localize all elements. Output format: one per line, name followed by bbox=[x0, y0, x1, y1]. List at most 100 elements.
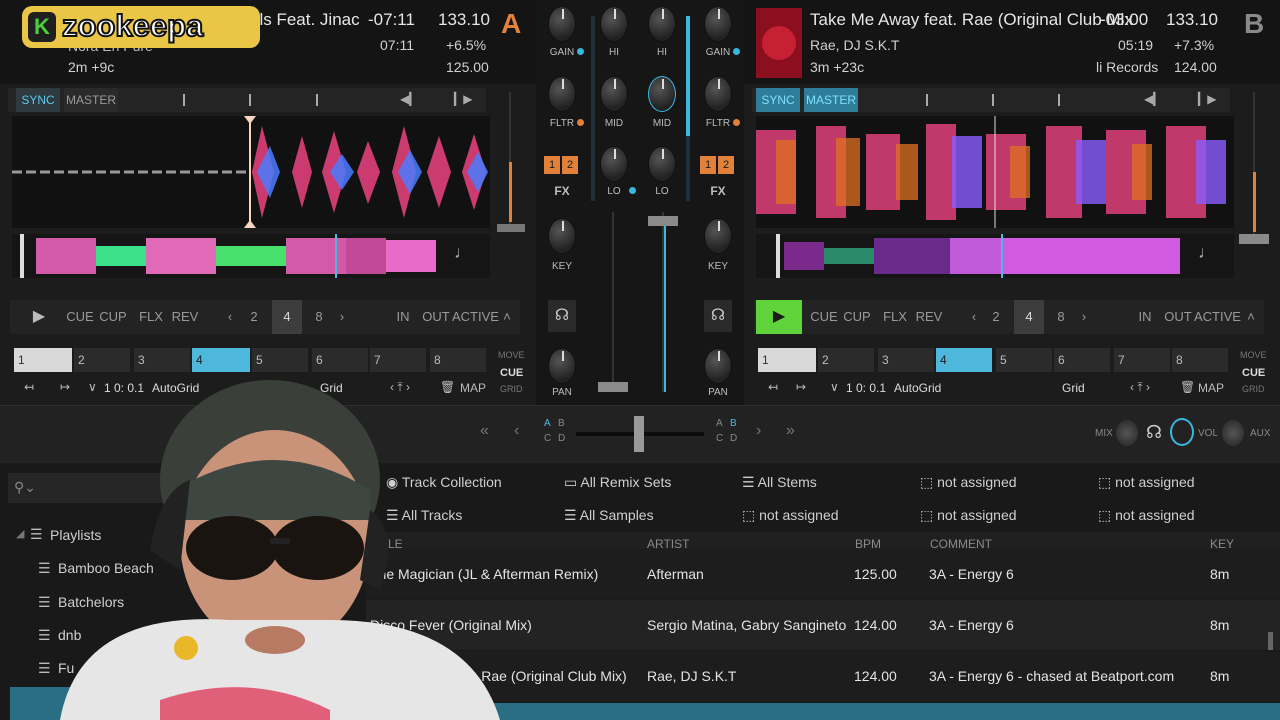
tree-item-batchelors[interactable]: Batchelors bbox=[58, 594, 124, 610]
deck-a-loop-4[interactable]: 4 bbox=[272, 300, 302, 334]
xfader-assign-b-left[interactable]: B bbox=[558, 418, 565, 429]
filter-knob-a[interactable] bbox=[548, 76, 576, 112]
lo-eq-knob-b[interactable] bbox=[648, 146, 676, 182]
deck-b-loop-4[interactable]: 4 bbox=[1014, 300, 1044, 334]
deck-b-hotcue-6[interactable]: 6 bbox=[1054, 348, 1110, 372]
favorite-slot-8[interactable]: ⬚ not assigned bbox=[742, 503, 839, 527]
xfader-assign-a-right[interactable]: A bbox=[716, 418, 723, 429]
deck-a-sync-button[interactable]: SYNC bbox=[16, 88, 60, 112]
deck-b-waveform[interactable] bbox=[756, 116, 1234, 228]
crossfader-handle[interactable] bbox=[634, 416, 644, 452]
deck-a-hotcue-3[interactable]: 3 bbox=[134, 348, 190, 372]
deck-b-grid-label[interactable]: Grid bbox=[1062, 381, 1085, 395]
key-knob-b[interactable] bbox=[704, 218, 732, 254]
deck-a-note-icon[interactable]: ♩ bbox=[454, 242, 472, 263]
deck-b-delete-icon[interactable]: 🗑 bbox=[1180, 380, 1195, 394]
deck-b-loop-8[interactable]: 8 bbox=[1048, 300, 1074, 334]
filter-knob-b[interactable] bbox=[704, 76, 732, 112]
pan-knob-b[interactable] bbox=[704, 348, 732, 384]
deck-a-cup-button[interactable]: CUP bbox=[98, 300, 128, 334]
deck-b-out-button[interactable]: OUT bbox=[1164, 300, 1192, 334]
deck-a-master-button[interactable]: MASTER bbox=[64, 88, 118, 112]
deck-a-grid-dropdown-icon[interactable]: ∨ bbox=[88, 380, 97, 394]
deck-b-cue-button[interactable]: CUE bbox=[810, 300, 838, 334]
deck-a-grid-label[interactable]: Grid bbox=[320, 381, 343, 395]
deck-b-grid-right-icon[interactable]: ↦ bbox=[796, 380, 806, 394]
deck-b-loop-next-icon[interactable]: › bbox=[1078, 300, 1090, 334]
tree-playlists[interactable]: Playlists bbox=[50, 527, 101, 543]
deck-b-play-button[interactable]: ▶ bbox=[756, 300, 802, 334]
deck-a-map-button[interactable]: MAP bbox=[460, 381, 486, 395]
deck-a-cue-mode[interactable]: CUE bbox=[500, 367, 523, 379]
tree-item-fu[interactable]: Fu bbox=[58, 660, 74, 676]
favorite-all-samples[interactable]: ☰ All Samples bbox=[564, 503, 654, 527]
fx-unit-1-b[interactable]: 1 bbox=[700, 156, 716, 174]
deck-a-loop-prev-icon[interactable]: ‹ bbox=[224, 300, 236, 334]
crossfader-right-icon[interactable]: › bbox=[756, 422, 761, 440]
deck-a-hotcue-2[interactable]: 2 bbox=[74, 348, 130, 372]
deck-b-tempo-fader[interactable] bbox=[1239, 92, 1269, 252]
deck-b-hotcue-4[interactable]: 4 bbox=[936, 348, 992, 372]
deck-a-hotcue-6[interactable]: 6 bbox=[312, 348, 368, 372]
deck-a-grid-mode[interactable]: GRID bbox=[500, 384, 523, 394]
favorite-slot-4[interactable]: ⬚ not assigned bbox=[920, 470, 1017, 494]
deck-b-loop-2[interactable]: 2 bbox=[982, 300, 1010, 334]
deck-a-grid-nav-icon[interactable]: ‹ ⤒ › bbox=[390, 380, 410, 395]
deck-b-track-overview[interactable] bbox=[756, 234, 1234, 278]
deck-a-collapse-icon[interactable]: ˄ bbox=[500, 300, 514, 334]
crossfader-right-fast-icon[interactable]: » bbox=[786, 422, 795, 440]
deck-a-beatjump-forward-icon[interactable]: ▎▶ bbox=[454, 92, 472, 106]
deck-b-hotcue-5[interactable]: 5 bbox=[996, 348, 1052, 372]
table-row[interactable]: The Magician (JL & Afterman Remix) After… bbox=[366, 549, 1280, 599]
deck-b-cup-button[interactable]: CUP bbox=[842, 300, 872, 334]
deck-a-hotcue-1[interactable]: 1 bbox=[14, 348, 72, 372]
filter-indicator-b[interactable] bbox=[733, 119, 740, 126]
deck-b-grid-nav-icon[interactable]: ‹ ⤒ › bbox=[1130, 380, 1150, 395]
deck-a-cue-button[interactable]: CUE bbox=[66, 300, 94, 334]
deck-b-in-button[interactable]: IN bbox=[1134, 300, 1156, 334]
xfader-assign-c-right[interactable]: C bbox=[716, 433, 723, 444]
deck-a-in-button[interactable]: IN bbox=[392, 300, 414, 334]
channel-fader-a[interactable] bbox=[598, 212, 628, 398]
favorite-slot-9[interactable]: ⬚ not assigned bbox=[920, 503, 1017, 527]
deck-a-tempo-fader[interactable] bbox=[495, 92, 525, 242]
deck-a-out-button[interactable]: OUT bbox=[422, 300, 450, 334]
crossfader-left-fast-icon[interactable]: « bbox=[480, 422, 489, 440]
deck-a-autogrid[interactable]: AutoGrid bbox=[152, 381, 199, 395]
deck-b-active-button[interactable]: ACTIVE bbox=[1194, 300, 1241, 334]
deck-a-rev-button[interactable]: REV bbox=[170, 300, 200, 334]
deck-b-rev-button[interactable]: REV bbox=[914, 300, 944, 334]
crossfader-left-icon[interactable]: ‹ bbox=[514, 422, 519, 440]
deck-b-beatjump-back-icon[interactable]: ◀▎ bbox=[1144, 92, 1162, 106]
xfader-assign-c-left[interactable]: C bbox=[544, 433, 551, 444]
deck-a-hotcue-8[interactable]: 8 bbox=[430, 348, 486, 372]
deck-a-beatjump-back-icon[interactable]: ◀▎ bbox=[400, 92, 418, 106]
fx-unit-2-a[interactable]: 2 bbox=[562, 156, 578, 174]
xfader-assign-a-left[interactable]: A bbox=[544, 418, 551, 429]
headphone-cue-b-icon[interactable]: ☊ bbox=[704, 300, 732, 332]
aux-knob[interactable] bbox=[1222, 420, 1244, 446]
lo-eq-knob-a[interactable] bbox=[600, 146, 628, 182]
xfader-assign-d-left[interactable]: D bbox=[558, 433, 565, 444]
deck-b-hotcue-8[interactable]: 8 bbox=[1172, 348, 1228, 372]
deck-a-delete-icon[interactable]: 🗑 bbox=[440, 380, 455, 394]
tree-item-dnb[interactable]: dnb bbox=[58, 627, 81, 643]
gain-knob-a[interactable] bbox=[548, 6, 576, 42]
deck-b-hotcue-3[interactable]: 3 bbox=[878, 348, 934, 372]
favorite-slot-5[interactable]: ⬚ not assigned bbox=[1098, 470, 1195, 494]
headphone-cue-a-icon[interactable]: ☊ bbox=[548, 300, 576, 332]
track-list-scrollbar[interactable] bbox=[1268, 632, 1273, 650]
deck-b-loop-prev-icon[interactable]: ‹ bbox=[968, 300, 980, 334]
xfader-assign-b-right[interactable]: B bbox=[730, 418, 737, 429]
deck-a-loop-8[interactable]: 8 bbox=[306, 300, 332, 334]
favorite-all-tracks[interactable]: ☰ All Tracks bbox=[386, 503, 462, 527]
selected-table-row[interactable] bbox=[366, 703, 1280, 720]
favorite-slot-10[interactable]: ⬚ not assigned bbox=[1098, 503, 1195, 527]
cue-volume-knob[interactable] bbox=[1170, 418, 1194, 446]
xfader-assign-d-right[interactable]: D bbox=[730, 433, 737, 444]
mid-eq-knob-a[interactable] bbox=[600, 76, 628, 112]
gain-knob-b[interactable] bbox=[704, 6, 732, 42]
deck-b-hotcue-7[interactable]: 7 bbox=[1114, 348, 1170, 372]
key-knob-a[interactable] bbox=[548, 218, 576, 254]
deck-b-grid-dropdown-icon[interactable]: ∨ bbox=[830, 380, 839, 394]
